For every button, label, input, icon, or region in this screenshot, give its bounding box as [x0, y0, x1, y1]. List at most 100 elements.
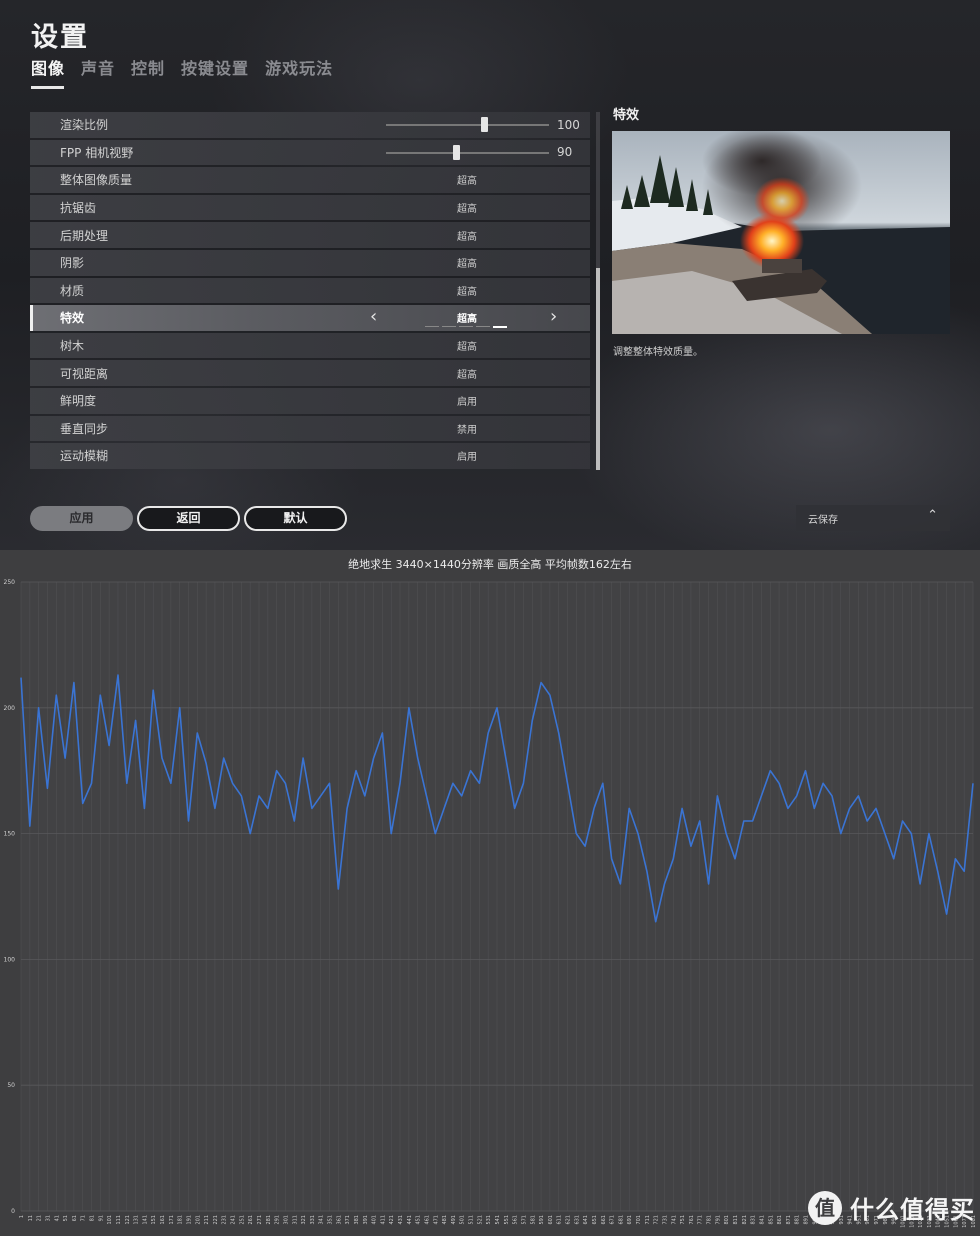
setting-row-textures[interactable]: 材质 超高 [30, 277, 590, 304]
y-tick-label: 200 [4, 705, 16, 712]
x-tick-label: 631 [574, 1215, 580, 1225]
cloud-save-dropdown[interactable]: 云保存 ⌃ [796, 505, 950, 531]
setting-row-overall-quality[interactable]: 整体图像质量 超高 [30, 167, 590, 193]
setting-label: 阴影 [60, 256, 85, 271]
x-tick-label: 281 [266, 1215, 272, 1225]
preview-image [612, 131, 950, 334]
setting-row-render-scale[interactable]: 渲染比例 100 [30, 112, 590, 138]
tab-gameplay[interactable]: 游戏玩法 [265, 55, 333, 89]
x-tick-label: 741 [671, 1215, 677, 1225]
x-tick-label: 621 [566, 1215, 572, 1225]
quality-level-step [459, 325, 473, 327]
x-tick-label: 251 [239, 1215, 245, 1225]
setting-row-view-distance[interactable]: 可视距离 超高 [30, 360, 590, 386]
preview-description: 调整整体特效质量。 [613, 347, 703, 358]
default-button[interactable]: 默认 [244, 506, 347, 531]
x-tick-label: 1 [19, 1215, 25, 1218]
x-tick-label: 241 [231, 1215, 237, 1225]
x-tick-label: 701 [636, 1215, 642, 1225]
x-tick-label: 871 [786, 1215, 792, 1225]
setting-label: 抗锯齿 [60, 201, 97, 216]
x-tick-label: 231 [222, 1215, 228, 1225]
x-tick-label: 351 [328, 1215, 334, 1225]
x-tick-label: 441 [407, 1215, 413, 1225]
x-tick-label: 431 [398, 1215, 404, 1225]
chevron-right-icon[interactable]: › [550, 306, 557, 327]
x-tick-label: 481 [442, 1215, 448, 1225]
page-title: 设置 [31, 22, 89, 53]
setting-row-foliage[interactable]: 树木 超高 [30, 332, 590, 359]
x-tick-label: 551 [504, 1215, 510, 1225]
slider-handle[interactable] [480, 117, 488, 132]
setting-value: 超高 [457, 342, 477, 354]
setting-label: 材质 [60, 283, 85, 298]
x-tick-label: 401 [372, 1215, 378, 1225]
x-tick-label: 371 [345, 1215, 351, 1225]
slider-track[interactable] [386, 151, 549, 154]
x-tick-label: 861 [777, 1215, 783, 1225]
watermark: 值 什么值得买 [808, 1190, 975, 1225]
setting-row-fpp-fov[interactable]: FPP 相机视野 90 [30, 139, 590, 166]
settings-scrollbar-thumb[interactable] [596, 268, 600, 470]
chart-title: 绝地求生 3440×1440分辨率 画质全高 平均帧数162左右 [348, 558, 632, 571]
x-tick-label: 331 [310, 1215, 316, 1225]
setting-row-motion-blur[interactable]: 运动模糊 启用 [30, 443, 590, 469]
x-tick-label: 771 [698, 1215, 704, 1225]
setting-value: 超高 [457, 369, 477, 381]
y-tick-label: 150 [4, 831, 16, 838]
x-tick-label: 451 [416, 1215, 422, 1225]
x-tick-label: 851 [768, 1215, 774, 1225]
x-tick-label: 171 [169, 1215, 175, 1225]
x-tick-label: 421 [389, 1215, 395, 1225]
setting-value: 超高 [457, 286, 477, 298]
x-tick-label: 541 [495, 1215, 501, 1225]
x-tick-label: 21 [37, 1215, 43, 1221]
x-tick-label: 71 [81, 1215, 87, 1221]
tab-sound[interactable]: 声音 [81, 55, 115, 89]
setting-value: 超高 [457, 314, 477, 326]
x-tick-label: 521 [477, 1215, 483, 1225]
graphics-settings-list: 渲染比例 100 FPP 相机视野 90 整体图像质量 超高 抗锯齿 超高 后期… [30, 112, 590, 471]
setting-row-shadows[interactable]: 阴影 超高 [30, 249, 590, 276]
setting-label: 鲜明度 [60, 394, 97, 409]
setting-row-antialiasing[interactable]: 抗锯齿 超高 [30, 194, 590, 221]
x-tick-label: 751 [680, 1215, 686, 1225]
x-tick-label: 661 [601, 1215, 607, 1225]
quality-level-step [442, 325, 456, 327]
x-tick-label: 571 [521, 1215, 527, 1225]
setting-row-post-processing[interactable]: 后期处理 超高 [30, 222, 590, 248]
slider-track[interactable] [386, 124, 549, 126]
setting-label: 运动模糊 [60, 449, 109, 464]
y-tick-label: 0 [11, 1208, 15, 1215]
setting-row-sharpen[interactable]: 鲜明度 启用 [30, 387, 590, 414]
x-tick-label: 581 [530, 1215, 536, 1225]
setting-value: 超高 [457, 176, 477, 188]
chevron-up-icon: ⌃ [927, 508, 938, 523]
tab-graphics[interactable]: 图像 [31, 55, 65, 89]
quality-level-step [425, 325, 439, 327]
setting-row-vsync[interactable]: 垂直同步 禁用 [30, 415, 590, 442]
x-tick-label: 511 [469, 1215, 475, 1225]
preview-title: 特效 [613, 108, 640, 123]
x-tick-label: 81 [90, 1215, 96, 1221]
watermark-logo: 值 [808, 1190, 842, 1225]
x-tick-label: 591 [539, 1215, 545, 1225]
x-tick-label: 61 [72, 1215, 78, 1221]
back-button[interactable]: 返回 [137, 506, 240, 531]
slider-handle[interactable] [453, 144, 461, 160]
x-tick-label: 271 [257, 1215, 263, 1225]
setting-label: FPP 相机视野 [60, 145, 134, 160]
apply-button[interactable]: 应用 [30, 506, 133, 531]
x-tick-label: 31 [45, 1215, 51, 1221]
tab-keybindings[interactable]: 按键设置 [181, 55, 249, 89]
tab-control[interactable]: 控制 [131, 55, 165, 89]
x-tick-label: 801 [724, 1215, 730, 1225]
setting-label: 整体图像质量 [60, 173, 133, 188]
x-tick-label: 411 [380, 1215, 386, 1225]
x-tick-label: 881 [795, 1215, 801, 1225]
x-tick-label: 151 [151, 1215, 157, 1225]
setting-row-effects[interactable]: 特效 ‹ 超高 › [30, 305, 590, 331]
chevron-left-icon[interactable]: ‹ [370, 306, 377, 327]
x-tick-label: 121 [125, 1215, 131, 1225]
x-tick-label: 301 [283, 1215, 289, 1225]
